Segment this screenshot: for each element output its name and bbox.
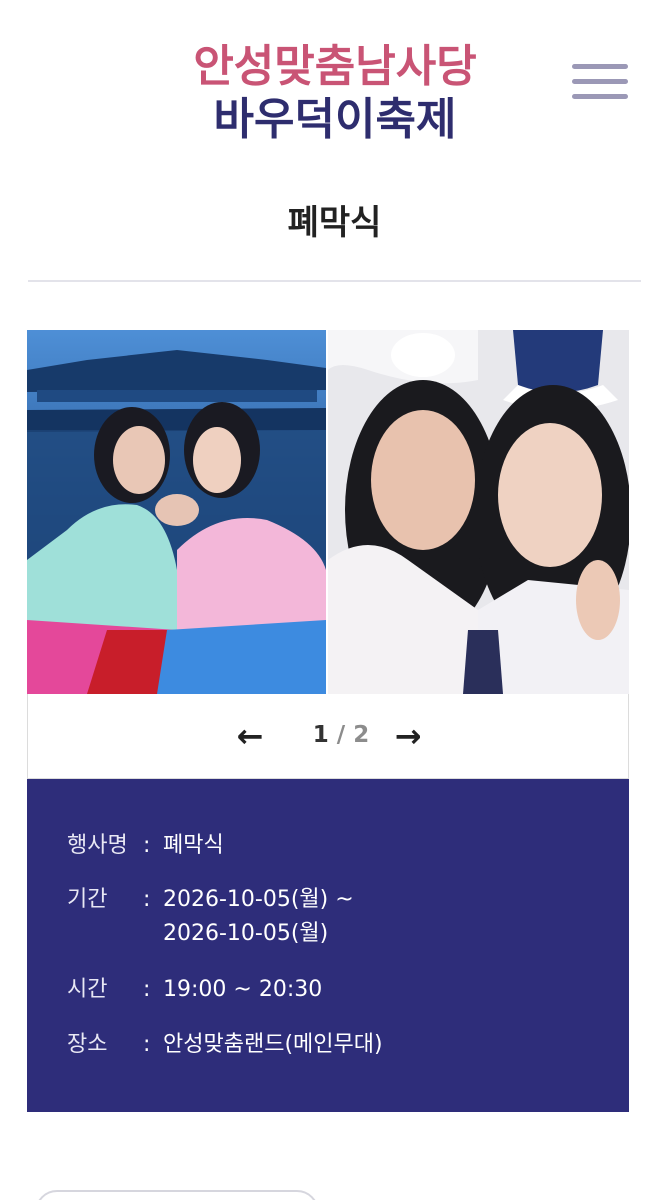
total-pages: 2 [353,722,370,748]
period-value-end: 2026-10-05(월) [163,921,329,946]
gallery-page-count: 1 / 2 [296,722,386,748]
photo-gallery[interactable] [27,330,629,694]
place-label: 장소 [67,1032,108,1057]
gallery-pager: ← 1 / 2 → [27,694,629,779]
page-title: 폐막식 [287,203,382,243]
menu-bar-bottom [572,94,628,99]
divider [28,280,641,282]
event-info-panel: 행사명 : 폐막식 기간 : 2026-10-05(월) ~ 2026-10-0… [27,779,629,1112]
name-value: 폐막식 [163,833,224,858]
period-colon: : [143,887,151,912]
period-label: 기간 [67,887,108,912]
menu-bar-middle [572,79,628,84]
logo-title-line2: 바우덕이축제 [213,94,457,145]
page-separator: / [336,722,346,748]
name-colon: : [143,833,151,858]
name-label: 행사명 [67,833,128,858]
logo-title-line1: 안성맞춤남사당 [193,41,477,92]
performers-photo-right [328,330,629,694]
time-colon: : [143,977,151,1002]
place-colon: : [143,1032,151,1057]
hamburger-menu-icon[interactable] [572,64,630,104]
performers-photo-left [27,330,326,694]
menu-bar-top [572,64,628,69]
time-value: 19:00 ~ 20:30 [163,977,323,1002]
page: 안성맞춤남사당 바우덕이축제 폐막식 ← 1 / 2 → 행사명: 폐막식 기… [0,0,669,1200]
current-page: 1 [312,722,329,748]
period-value-start: 2026-10-05(월) ~ [163,887,354,912]
arrow-right-icon[interactable]: → [388,716,428,756]
festival-logo[interactable]: 안성맞춤남사당 바우덕이축제 [150,40,520,146]
time-label: 시간 [67,977,108,1002]
arrow-left-icon[interactable]: ← [230,716,270,756]
place-value: 안성맞춤랜드(메인무대) [163,1032,383,1057]
bottom-button[interactable] [35,1190,319,1200]
